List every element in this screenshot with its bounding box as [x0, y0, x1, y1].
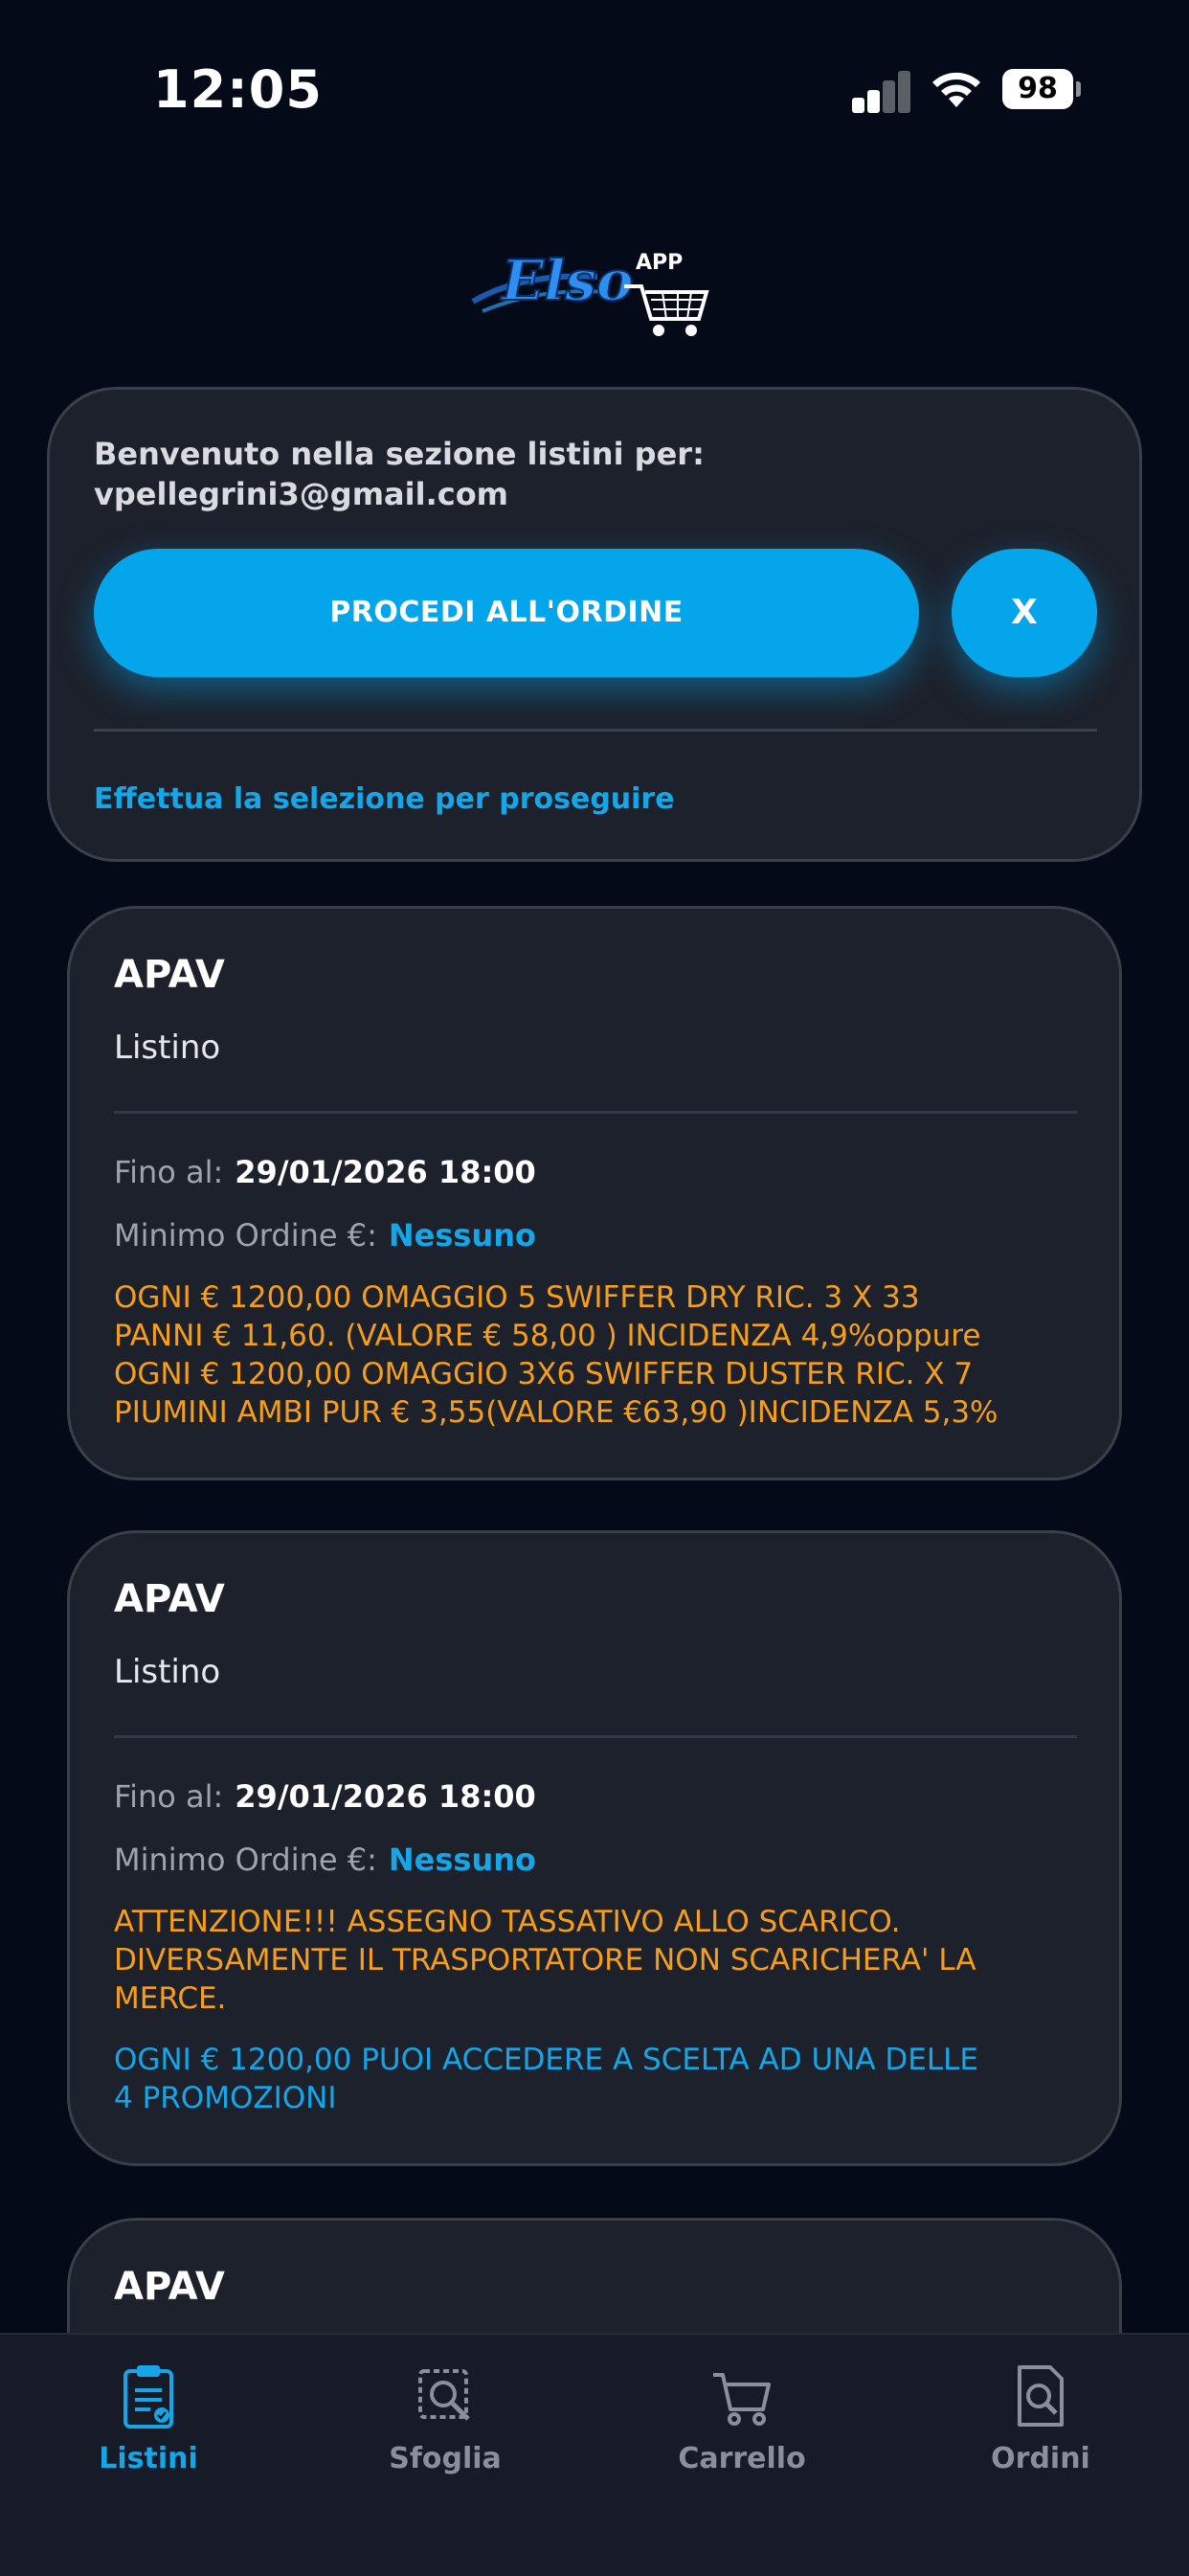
valid-until-label: Fino al:: [114, 1778, 224, 1815]
tab-carrello[interactable]: Carrello: [622, 2335, 862, 2497]
cart-icon: [713, 2373, 771, 2426]
valid-until-row: Fino al: 29/01/2026 18:00: [114, 1154, 536, 1190]
minimum-order-value: Nessuno: [388, 1842, 536, 1878]
welcome-card: Benvenuto nella sezione listini per: vpe…: [47, 387, 1142, 862]
wifi-icon: [932, 72, 980, 107]
cellular-signal-icon: [852, 69, 911, 113]
tab-label: Listini: [99, 2442, 198, 2475]
user-email: vpellegrini3@gmail.com: [94, 476, 509, 512]
list-type: Listino: [114, 1028, 221, 1067]
clipboard-icon: [123, 2365, 173, 2429]
price-list-card[interactable]: APAV Listino Fino al: 29/01/2026 18:00 Mi…: [67, 1530, 1122, 2166]
minimum-order-row: Minimo Ordine €: Nessuno: [114, 1217, 536, 1254]
supplier-name: APAV: [114, 2265, 225, 2309]
list-type: Listino: [114, 1653, 221, 1691]
orders-search-icon: [1018, 2365, 1064, 2427]
proceed-to-order-button[interactable]: PROCEDI ALL'ORDINE: [94, 549, 919, 677]
minimum-order-value: Nessuno: [388, 1217, 536, 1254]
divider: [114, 1111, 1077, 1114]
tab-ordini[interactable]: Ordini: [921, 2335, 1160, 2497]
price-list-card[interactable]: APAV Listino Fino al: 29/01/2026 18:00 Mi…: [67, 906, 1122, 1480]
minimum-order-label: Minimo Ordine €:: [114, 1217, 377, 1254]
svg-text:Elso: Elso: [500, 248, 634, 313]
divider: [114, 1735, 1077, 1738]
divider: [94, 729, 1097, 732]
promotion-note: OGNI € 1200,00 PUOI ACCEDERE A SCELTA AD…: [114, 2043, 979, 2115]
selection-hint: Effettua la selezione per proseguire: [94, 782, 675, 816]
welcome-message: Benvenuto nella sezione listini per: vpe…: [94, 434, 705, 514]
clock: 12:05: [153, 59, 323, 120]
supplier-name: APAV: [114, 1577, 225, 1621]
tab-bar: Listini Sfoglia Carrello Ordini: [0, 2333, 1189, 2576]
battery-level: 98: [1002, 69, 1073, 109]
minimum-order-label: Minimo Ordine €:: [114, 1842, 377, 1878]
tab-label: Ordini: [991, 2442, 1090, 2475]
status-bar: 12:05 98: [0, 0, 1189, 182]
welcome-line: Benvenuto nella sezione listini per:: [94, 436, 705, 472]
battery-icon: 98: [1002, 69, 1081, 109]
minimum-order-row: Minimo Ordine €: Nessuno: [114, 1842, 536, 1878]
svg-text:APP: APP: [636, 251, 683, 275]
warning-note: ATTENZIONE!!! ASSEGNO TASSATIVO ALLO SCA…: [114, 1905, 976, 2016]
supplier-name: APAV: [114, 953, 225, 997]
tab-label: Carrello: [678, 2442, 806, 2475]
tab-sfoglia[interactable]: Sfoglia: [325, 2335, 565, 2497]
tab-label: Sfoglia: [389, 2442, 502, 2475]
valid-until-row: Fino al: 29/01/2026 18:00: [114, 1778, 536, 1815]
tab-listini[interactable]: Listini: [29, 2335, 268, 2497]
close-button[interactable]: X: [952, 549, 1097, 677]
browse-icon: [418, 2369, 470, 2421]
promotion-note: OGNI € 1200,00 OMAGGIO 5 SWIFFER DRY RIC…: [114, 1280, 998, 1430]
valid-until-value: 29/01/2026 18:00: [235, 1154, 536, 1190]
valid-until-label: Fino al:: [114, 1154, 224, 1190]
valid-until-value: 29/01/2026 18:00: [235, 1778, 536, 1815]
elso-app-logo: Elso APP: [471, 247, 709, 336]
